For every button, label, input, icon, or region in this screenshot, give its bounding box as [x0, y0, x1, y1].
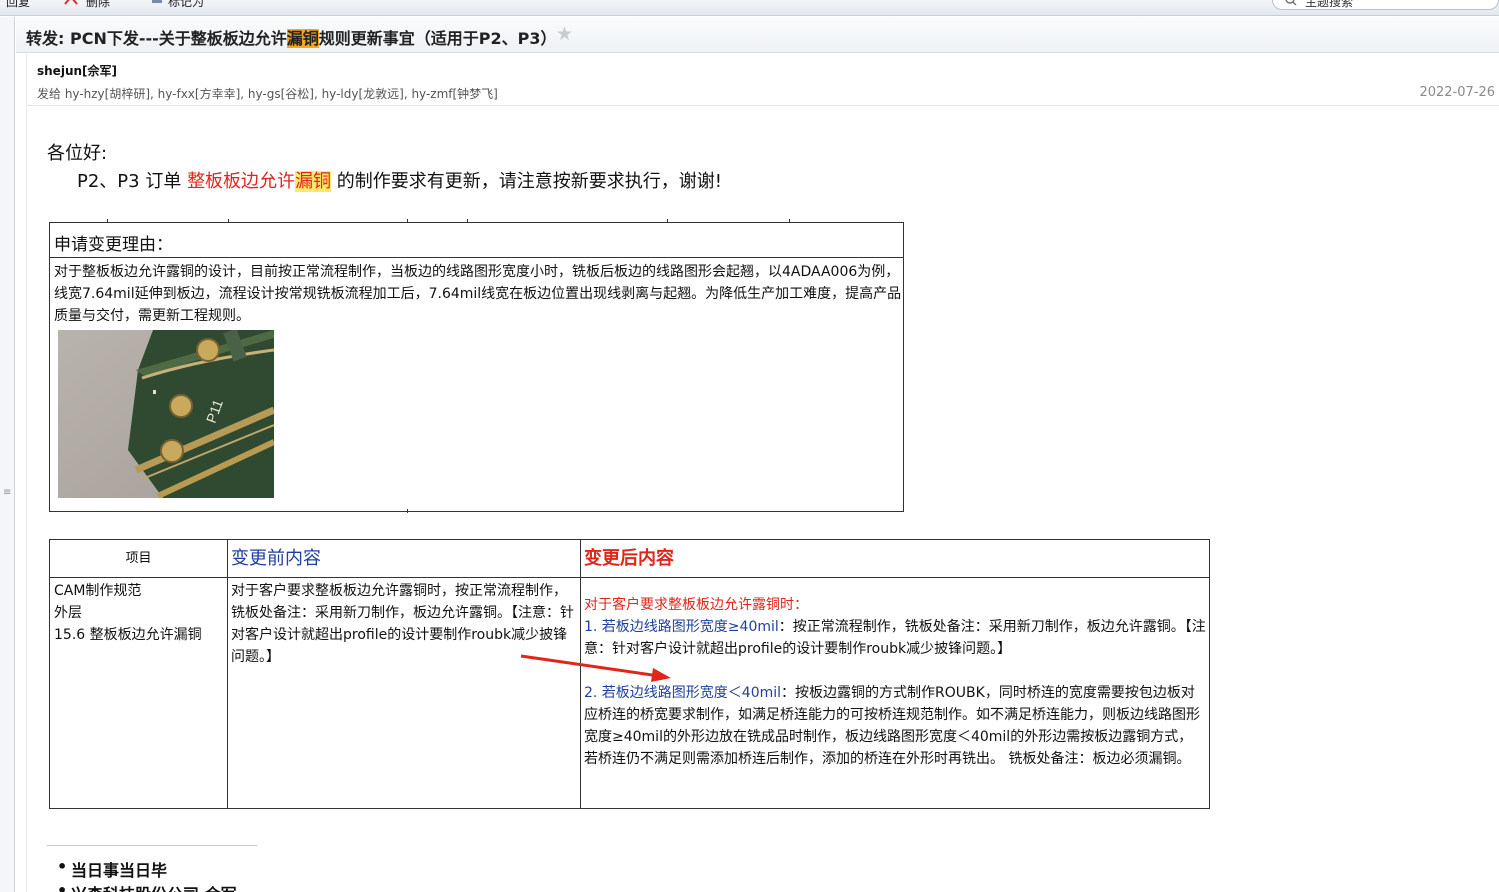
subject-bar: 转发: PCN下发---关于整板板边允许漏铜规则更新事宜（适用于P2、P3） ★ [16, 17, 1499, 53]
subject-text-end: 规则更新事宜（适用于P2、P3） [318, 29, 557, 48]
reply-button[interactable]: 回复 [6, 0, 30, 10]
after-point-1-label: 1. 若板边线路图形宽度≥40mil [584, 619, 779, 636]
reason-title: 申请变更理由： [50, 223, 903, 258]
search-icon [1285, 0, 1297, 6]
notice-text-start: P2、P3 订单 [77, 171, 188, 192]
sender-name[interactable]: shejun[佘军] [37, 62, 117, 79]
after-point-2-label: 2. 若板边线路图形宽度＜40mil [584, 685, 782, 702]
delete-icon[interactable] [64, 0, 78, 5]
subject-highlight: 漏铜 [286, 29, 319, 48]
subject-text-start: 转发: PCN下发---关于整板板边允许 [26, 29, 287, 48]
notice-highlight: 漏铜 [295, 171, 332, 192]
message-subject: 转发: PCN下发---关于整板板边允许漏铜规则更新事宜（适用于P2、P3） [26, 25, 557, 49]
header-item: 项目 [49, 538, 228, 579]
notice-text-end: 的制作要求有更新，请注意按新要求执行，谢谢! [331, 171, 722, 192]
search-box[interactable]: 主题搜索 [1272, 0, 1499, 10]
before-cell: 对于客户要求整板板边允许露铜时，按正常流程制作，铣板处备注：采用新刀制作，板边允… [227, 577, 581, 809]
greeting: 各位好: [47, 143, 108, 164]
after-intro: 对于客户要求整板板边允许露铜时： [584, 597, 808, 614]
recipients-list[interactable]: 发给 hy-hzy[胡梓研], hy-fxx[方幸幸], hy-gs[谷松], … [37, 85, 498, 102]
after-point-2: 2. 若板边线路图形宽度＜40mil：按板边露铜的方式制作ROUBK，同时桥连的… [584, 682, 1206, 770]
notice-red-text: 整板板边允许 [187, 171, 296, 192]
item-line: 外层 [54, 605, 82, 622]
signature-line: 当日事当日毕 [57, 857, 237, 881]
mark-as-button[interactable]: 标记为 [168, 0, 204, 10]
notice-line: P2、P3 订单 整板板边允许漏铜 的制作要求有更新，请注意按新要求执行，谢谢! [77, 167, 722, 193]
message-date: 2022-07-26 [1419, 85, 1495, 100]
after-cell: 对于客户要求整板板边允许露铜时： 1. 若板边线路图形宽度≥40mil：按正常流… [580, 577, 1210, 809]
message-body: 各位好: P2、P3 订单 整板板边允许漏铜 的制作要求有更新，请注意按新要求执… [26, 107, 1499, 892]
signature-line: 兴森科技股份公司 佘军 [57, 881, 237, 892]
item-line: 15.6 整板板边允许漏铜 [54, 627, 202, 644]
toolbar: 回复 删除 标记为 主题搜索 [0, 0, 1499, 16]
reason-box: 申请变更理由： 对于整板板边允许露铜的设计，目前按正常流程制作，当板边的线路图形… [49, 222, 904, 512]
annotation-arrow [520, 654, 671, 682]
item-line: CAM制作规范 [54, 583, 142, 600]
star-icon[interactable]: ★ [556, 23, 573, 45]
table-tick [407, 509, 408, 513]
item-cell: CAM制作规范 外层 15.6 整板板边允许漏铜 [49, 577, 228, 809]
reason-text: 对于整板板边允许露铜的设计，目前按正常流程制作，当板边的线路图形宽度小时，铣板后… [54, 264, 902, 324]
signature: 当日事当日毕 兴森科技股份公司 佘军 [57, 857, 237, 892]
folder-pane-edge[interactable]: ≡ [0, 17, 15, 892]
pcb-photo: P11 [58, 330, 274, 498]
flag-icon[interactable] [150, 0, 164, 5]
header-after: 变更后内容 [580, 538, 1210, 579]
search-input[interactable]: 主题搜索 [1305, 0, 1353, 10]
delete-button[interactable]: 删除 [86, 0, 110, 10]
message-header: shejun[佘军] 发给 hy-hzy[胡梓研], hy-fxx[方幸幸], … [26, 54, 1499, 106]
header-before: 变更前内容 [227, 538, 581, 579]
splitter-grip-icon[interactable]: ≡ [3, 487, 11, 498]
signature-divider [47, 845, 257, 846]
